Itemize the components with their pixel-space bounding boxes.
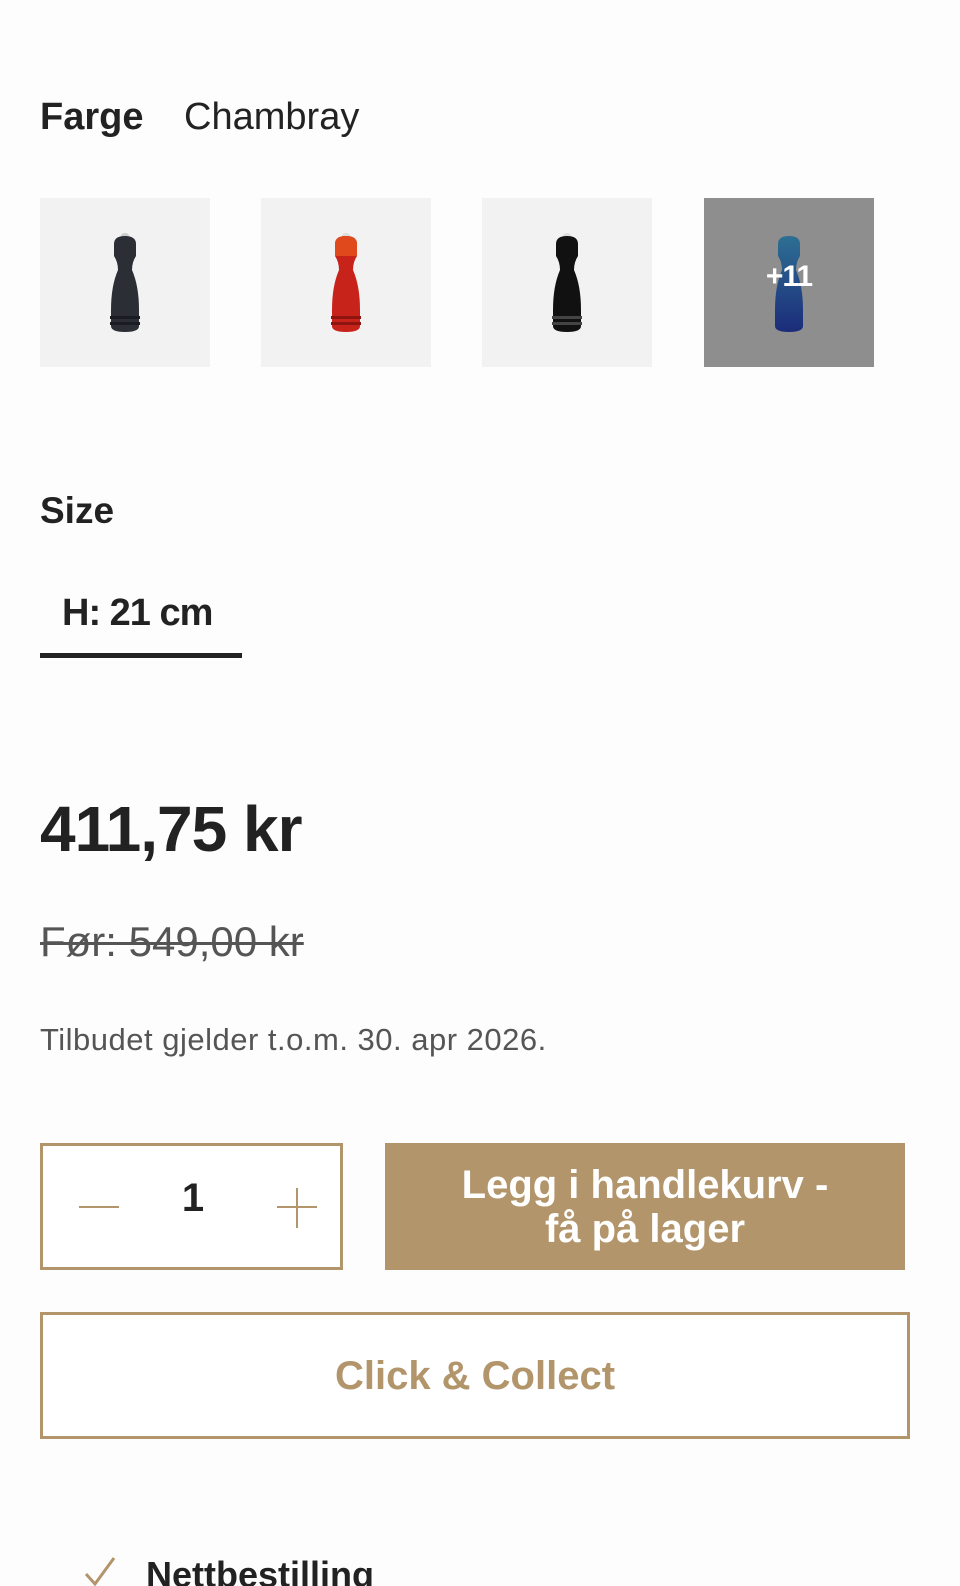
add-to-cart-button[interactable]: Legg i handlekurv - få på lager [385, 1143, 905, 1270]
size-option-label: H: 21 cm [62, 592, 213, 634]
add-to-cart-line2: få på lager [544, 1206, 746, 1251]
more-colors-count: +11 [765, 260, 813, 293]
pepper-mill-red-image [331, 233, 361, 332]
size-label: Size [40, 490, 115, 531]
pepper-mill-black-matte-image [110, 233, 140, 332]
add-to-cart-line1: Legg i handlekurv - [461, 1162, 829, 1207]
color-swatch-red[interactable] [261, 198, 431, 367]
click-and-collect-button[interactable]: Click & Collect [40, 1312, 910, 1439]
quantity-input[interactable] [158, 1176, 228, 1221]
pepper-mill-black-gloss-image [552, 233, 582, 332]
color-label: Farge [40, 96, 144, 138]
online-order-text: Nettbestilling [146, 1554, 375, 1586]
previous-price: Før: 549,00 kr [40, 918, 304, 965]
color-swatch-more[interactable]: +11 [704, 198, 874, 367]
product-options-page: Farge Chambray +11 Size H: 21 cm 411,75 … [0, 0, 960, 1586]
offer-validity-note: Tilbudet gjelder t.o.m. 30. apr 2026. [40, 1022, 547, 1057]
quantity-stepper [40, 1143, 343, 1270]
decrease-quantity-button[interactable] [75, 1186, 123, 1230]
increase-quantity-button[interactable] [273, 1186, 321, 1230]
check-icon [84, 1557, 116, 1586]
color-row: Farge Chambray [40, 96, 359, 139]
size-option-selected[interactable]: H: 21 cm [40, 585, 242, 658]
color-swatch-black-matte[interactable] [40, 198, 210, 367]
color-swatch-black-gloss[interactable] [482, 198, 652, 367]
current-price: 411,75 kr [40, 793, 302, 865]
color-value: Chambray [184, 96, 360, 138]
